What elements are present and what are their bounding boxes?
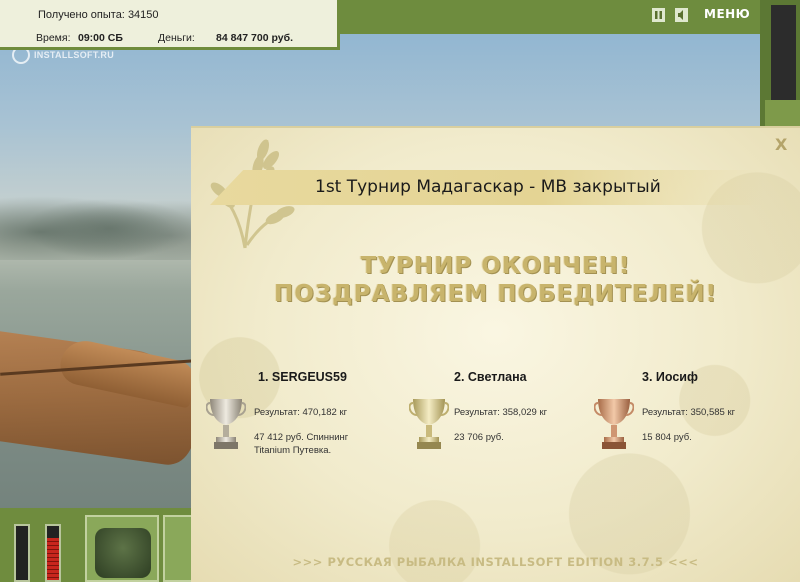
watermark-text: INSTALLSOFT.RU [34,50,115,60]
money-label: Деньги: [158,32,195,44]
experience-value: 34150 [127,9,159,21]
winner-prize-line: 15 804 руб. [642,432,692,443]
sound-icon[interactable] [675,8,688,22]
right-panel-strip [765,100,800,128]
time-label: Время: [36,32,71,44]
bag-icon [95,528,151,578]
time-money-line: Время: 09:00 СБ Деньги: 84 847 700 руб. [36,32,293,44]
winner-prize: 23 706 руб. [454,431,504,444]
fatigue-gauge [45,524,61,582]
winner-prize: 15 804 руб. [642,431,692,444]
headline-finished: ТУРНИР ОКОНЧЕН! [360,253,631,279]
distant-trees [0,190,200,260]
close-button[interactable]: X [775,135,787,154]
winner-name: 1. SERGEUS59 [258,370,347,384]
top-toolbar: МЕНЮ [340,0,760,34]
status-panel: Получено опыта: 34150 Время: 09:00 СБ Де… [0,0,340,50]
winner-result: Результат: 358,029 кг [454,407,548,418]
time-value: 09:00 СБ [78,32,123,44]
winner-prize-line: Titanium Путевка. [254,445,332,456]
winner-prize-line: 23 706 руб. [454,432,504,443]
winner-prize-line: 47 412 руб. Спиннинг [254,432,349,443]
experience-label: Получено опыта: [38,9,125,21]
experience-line: Получено опыта: 34150 [38,9,159,21]
fatigue-fill [47,537,59,580]
bronze-cup-icon [594,399,634,449]
headline-congrats: ПОЗДРАВЛЯЕМ ПОБЕДИТЕЛЕЙ! [274,281,717,307]
winner-name: 2. Светлана [454,370,527,384]
winner-result: Результат: 470,182 кг [254,407,348,418]
winner-name: 3. Иосиф [642,370,698,384]
line-tension-gauge [14,524,30,582]
winner-prize: 47 412 руб. Спиннинг Titanium Путевка. [254,431,348,457]
pause-icon[interactable] [652,8,665,22]
money-value: 84 847 700 руб. [216,32,293,44]
right-panel-screen [771,5,796,100]
menu-button[interactable]: МЕНЮ [704,7,750,21]
silver-cup-icon [206,399,246,449]
gold-cup-icon [409,399,449,449]
tournament-title: 1st Турнир Мадагаскар - МВ закрытый [315,177,661,197]
winner-result: Результат: 350,585 кг [642,407,736,418]
game-version-footer: >>> РУССКАЯ РЫБАЛКА INSTALLSOFT EDITION … [292,555,699,569]
